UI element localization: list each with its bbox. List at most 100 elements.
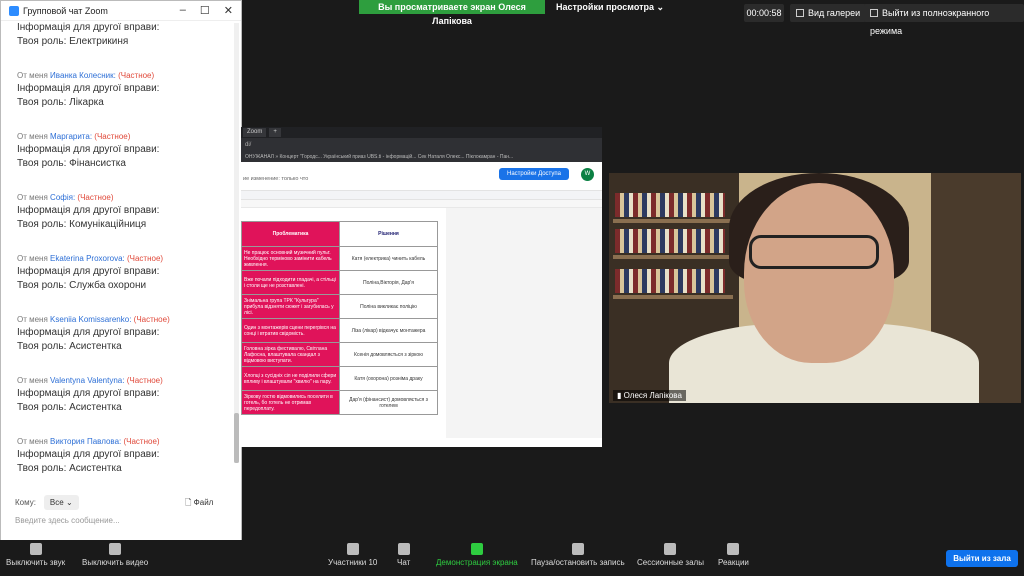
message-text: Інформація для другої вправи: (17, 388, 160, 399)
view-settings-menu[interactable]: Настройки просмотра ⌄ (556, 0, 664, 14)
private-badge: (Частное) (94, 132, 131, 141)
stop-video-button[interactable]: Выключить видео (82, 543, 148, 567)
participant-name-label: ▮ Олеся Лапікова (613, 390, 686, 401)
header-problem: Проблематика (241, 221, 340, 247)
shared-screen: Zoom + di/ ОНУЖАНАЛ » Концерт "Городс...… (241, 127, 602, 447)
table-header-row: Проблематика Рішення (241, 221, 438, 247)
gallery-view-button[interactable]: Вид галереи (790, 4, 867, 22)
mute-button[interactable]: Выключить звук (6, 543, 65, 567)
address-bar[interactable]: di/ (241, 138, 602, 152)
message-sender[interactable]: Софія: (50, 193, 75, 202)
table-row: Не працює основний музичний пульт. Необх… (241, 246, 438, 271)
maximize-icon[interactable]: ☐ (200, 4, 210, 17)
message-text: Твоя роль: Фінансистка (17, 158, 126, 169)
chat-message: От меня Ekaterina Proxorova: (Частное) Ін… (17, 254, 233, 293)
file-button[interactable]: 🗋 Файл (185, 497, 213, 511)
solution-cell[interactable]: Ліза (лікар) відкачує монтажера (339, 318, 438, 343)
problem-cell[interactable]: Не працює основний музичний пульт. Необх… (241, 246, 340, 271)
message-sender[interactable]: Иванка Колесник: (50, 71, 116, 80)
close-icon[interactable]: ✕ (224, 4, 233, 17)
table-row: Хлопці з сусідніх сіл не поділили сфери … (241, 366, 438, 391)
message-text: Інформація для другої вправи: (17, 205, 160, 216)
problem-cell[interactable]: Вже почали підходити гладачі, а стільці … (241, 270, 340, 295)
message-text: Інформація для другої вправи: (17, 266, 160, 277)
share-access-button[interactable]: Настройки Доступа (499, 168, 569, 180)
chat-message: От меня Иванка Колесник: (Частное) Інформ… (17, 71, 233, 110)
private-badge: (Частное) (123, 437, 160, 446)
message-sender[interactable]: Виктория Павлова: (50, 437, 121, 446)
minimize-icon[interactable]: – (180, 4, 186, 17)
scroll-thumb[interactable] (234, 413, 239, 463)
problem-cell[interactable]: Хлопці з сусідніх сіл не поділили сфери … (241, 366, 340, 391)
message-header: От меня Иванка Колесник: (Частное) (17, 71, 155, 80)
table-row: Один з монтажерів сцени перегрівся на со… (241, 318, 438, 343)
chat-message: От меня Valentyna Valentyna: (Частное) Ін… (17, 376, 233, 415)
leave-meeting-button[interactable]: Выйти из зала (946, 550, 1018, 567)
doc-table: Проблематика Рішення Не працює основний … (241, 221, 438, 415)
chat-button[interactable]: Чат (397, 543, 410, 567)
solution-cell[interactable]: Поліна,Вікторія, Дар'я (339, 270, 438, 295)
glasses (749, 235, 879, 269)
solution-cell[interactable]: Катя (охорона) розніма драку (339, 366, 438, 391)
reactions-button[interactable]: Реакции (718, 543, 749, 567)
exit-fullscreen-button[interactable]: Выйти из полноэкранного режима (864, 4, 1024, 36)
ruler (241, 200, 602, 208)
zoom-meeting-window: Вы просматриваете экран Олеся Лапікова Н… (0, 0, 1024, 576)
zoom-logo-icon (9, 5, 19, 16)
share-screen-icon (470, 543, 483, 555)
message-sender[interactable]: Kseniia Komissarenko: (50, 315, 131, 324)
solution-cell[interactable]: Катя (електрика) чинить кабель (339, 246, 438, 271)
new-tab-button[interactable]: + (269, 128, 281, 137)
message-sender[interactable]: Valentyna Valentyna: (50, 376, 124, 385)
doc-toolbar[interactable] (241, 190, 602, 200)
problem-cell[interactable]: Знімальна група ТРК "Культура" прибула в… (241, 294, 340, 319)
solution-cell[interactable]: Поліна викликає поліцію (339, 294, 438, 319)
person-face (744, 183, 894, 363)
private-badge: (Частное) (126, 254, 164, 263)
private-badge: (Частное) (118, 71, 155, 80)
to-label: Кому: (15, 498, 36, 507)
chat-title: Групповой чат Zoom (23, 5, 108, 16)
pause-record-button[interactable]: Пауза/остановить запись (531, 543, 625, 567)
chat-panel: Групповой чат Zoom – ☐ ✕ Інформація для … (0, 0, 242, 549)
message-header: От меня Kseniia Komissarenko: (Частное) (17, 315, 170, 324)
browser-tab[interactable]: Zoom (243, 128, 267, 137)
message-text: Твоя роль: Комунікаційниця (17, 219, 147, 230)
problem-cell[interactable]: Зіркову гостю відмовились поселити в гот… (241, 390, 340, 415)
message-input[interactable]: Введите здесь сообщение... (15, 516, 120, 525)
problem-cell[interactable]: Головна зірка фестивалю, Світлана Лафосн… (241, 342, 340, 367)
breakout-rooms-button[interactable]: Сессионные залы (637, 543, 704, 567)
message-sender[interactable]: Ekaterina Proxorova: (50, 254, 125, 263)
message-text: Інформація для другої вправи: (17, 144, 160, 155)
message-text: Твоя роль: Асистентка (17, 341, 122, 352)
meeting-toolbar: Выключить звук Выключить видео Участники… (0, 540, 1024, 576)
doc-area: Проблематика Рішення Не працює основний … (241, 208, 602, 438)
avatar[interactable]: W (581, 168, 594, 181)
solution-cell[interactable]: Дар'я (фінансист) домовляється з готелем (339, 390, 438, 415)
breakout-rooms-icon (664, 543, 677, 555)
message-text: Інформація для другої вправи: (17, 449, 160, 460)
bookmarks-bar: ОНУЖАНАЛ » Концерт "Городс... Українськи… (241, 152, 602, 162)
doc-header: ие изменение: только что Настройки Досту… (241, 162, 602, 190)
message-text: Твоя роль: Служба охорони (17, 280, 147, 291)
share-screen-button[interactable]: Демонстрация экрана (436, 543, 518, 567)
private-badge: (Частное) (133, 315, 170, 324)
chat-message: Інформація для другої вправи: Твоя роль:… (17, 22, 160, 47)
participant-video[interactable]: ▮ Олеся Лапікова (609, 173, 1021, 403)
message-text: Інформація для другої вправи: (17, 327, 160, 338)
solution-cell[interactable]: Ксенія домовляється з зіркою (339, 342, 438, 367)
chat-icon (397, 543, 410, 555)
participants-button[interactable]: Участники 10 (328, 543, 377, 567)
books (615, 193, 725, 217)
problem-cell[interactable]: Один з монтажерів сцени перегрівся на со… (241, 318, 340, 343)
chat-message: От меня Маргарита: (Частное) Інформація д… (17, 132, 233, 171)
message-text: Твоя роль: Лікарка (17, 97, 104, 108)
chat-message: От меня Виктория Павлова: (Частное) Інфор… (17, 437, 233, 476)
reaction-icon (727, 543, 740, 555)
chat-message-list: Інформація для другої вправи: Твоя роль:… (1, 21, 233, 489)
exit-fullscreen-icon (870, 9, 878, 17)
message-sender[interactable]: Маргарита: (50, 132, 92, 141)
chat-scrollbar[interactable] (234, 23, 239, 463)
message-header: От меня Виктория Павлова: (Частное) (17, 437, 160, 446)
recipient-select[interactable]: Все ⌄ (43, 495, 79, 510)
